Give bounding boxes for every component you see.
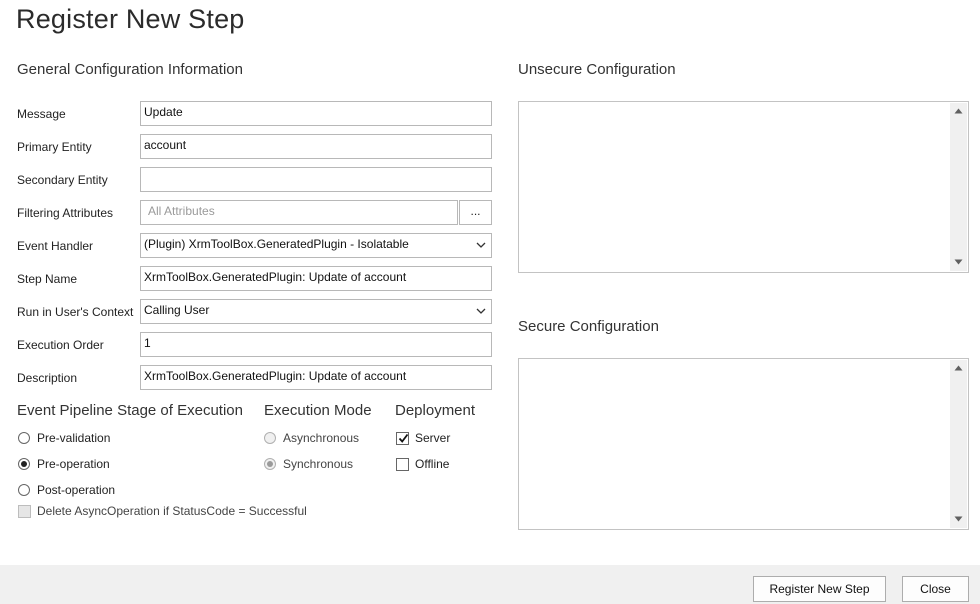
filtering-attributes-row: Filtering Attributes All Attributes ... bbox=[17, 200, 492, 225]
event-handler-row: Event Handler (Plugin) XrmToolBox.Genera… bbox=[17, 233, 492, 258]
radio-indicator bbox=[18, 484, 30, 496]
pipeline-stage-heading: Event Pipeline Stage of Execution bbox=[17, 402, 243, 419]
description-row: Description XrmToolBox.GeneratedPlugin: … bbox=[17, 365, 492, 390]
pre-operation-label: Pre-operation bbox=[37, 457, 110, 471]
dialog-footer: Register New Step Close bbox=[0, 565, 980, 604]
filtering-attributes-label: Filtering Attributes bbox=[17, 206, 114, 220]
secondary-entity-row: Secondary Entity bbox=[17, 167, 492, 192]
run-context-label: Run in User's Context bbox=[17, 305, 134, 319]
chevron-down-icon bbox=[476, 242, 486, 248]
pre-validation-label: Pre-validation bbox=[37, 431, 111, 445]
radio-indicator bbox=[18, 432, 30, 444]
unsecure-config-textarea[interactable] bbox=[518, 101, 969, 273]
checkbox-indicator bbox=[18, 505, 31, 518]
event-handler-value: (Plugin) XrmToolBox.GeneratedPlugin - Is… bbox=[144, 237, 409, 251]
filtering-attributes-browse-button[interactable]: ... bbox=[459, 200, 492, 225]
secure-config-heading: Secure Configuration bbox=[518, 318, 659, 335]
primary-entity-input[interactable]: account bbox=[140, 134, 492, 159]
description-label: Description bbox=[17, 371, 78, 385]
message-label: Message bbox=[17, 107, 66, 121]
arrow-down-icon bbox=[954, 516, 963, 522]
run-context-value: Calling User bbox=[144, 303, 210, 317]
scroll-down-button[interactable] bbox=[950, 511, 967, 528]
secure-config-textarea[interactable] bbox=[518, 358, 969, 530]
checkmark-icon bbox=[398, 433, 409, 443]
scroll-down-button[interactable] bbox=[950, 254, 967, 271]
run-context-select[interactable]: Calling User bbox=[140, 299, 492, 324]
asynchronous-label: Asynchronous bbox=[283, 431, 360, 445]
arrow-up-icon bbox=[954, 365, 963, 371]
arrow-down-icon bbox=[954, 259, 963, 265]
delete-async-label: Delete AsyncOperation if StatusCode = Su… bbox=[37, 504, 307, 518]
general-config-heading: General Configuration Information bbox=[17, 61, 243, 78]
message-input[interactable]: Update bbox=[140, 101, 492, 126]
description-input[interactable]: XrmToolBox.GeneratedPlugin: Update of ac… bbox=[140, 365, 492, 390]
execution-order-input[interactable]: 1 bbox=[140, 332, 492, 357]
scroll-up-button[interactable] bbox=[950, 103, 967, 120]
execution-order-row: Execution Order 1 bbox=[17, 332, 492, 357]
radio-indicator bbox=[264, 432, 276, 444]
unsecure-config-heading: Unsecure Configuration bbox=[518, 61, 676, 78]
step-name-label: Step Name bbox=[17, 272, 78, 286]
run-context-row: Run in User's Context Calling User bbox=[17, 299, 492, 324]
chevron-down-icon bbox=[476, 308, 486, 314]
execution-mode-heading: Execution Mode bbox=[264, 402, 372, 419]
event-handler-select[interactable]: (Plugin) XrmToolBox.GeneratedPlugin - Is… bbox=[140, 233, 492, 258]
checkbox-indicator bbox=[396, 458, 409, 471]
scroll-track[interactable] bbox=[950, 120, 967, 254]
post-operation-label: Post-operation bbox=[37, 483, 116, 497]
offline-label: Offline bbox=[415, 457, 450, 471]
secondary-entity-input[interactable] bbox=[140, 167, 492, 192]
register-new-step-button[interactable]: Register New Step bbox=[753, 576, 886, 602]
secondary-entity-label: Secondary Entity bbox=[17, 173, 108, 187]
arrow-up-icon bbox=[954, 108, 963, 114]
close-button[interactable]: Close bbox=[902, 576, 969, 602]
event-handler-label: Event Handler bbox=[17, 239, 94, 253]
scroll-up-button[interactable] bbox=[950, 360, 967, 377]
primary-entity-row: Primary Entity account bbox=[17, 134, 492, 159]
scroll-track[interactable] bbox=[950, 377, 967, 511]
radio-indicator bbox=[18, 458, 30, 470]
server-label: Server bbox=[415, 431, 451, 445]
message-row: Message Update bbox=[17, 101, 492, 126]
vertical-scrollbar[interactable] bbox=[950, 103, 967, 271]
step-name-row: Step Name XrmToolBox.GeneratedPlugin: Up… bbox=[17, 266, 492, 291]
execution-order-label: Execution Order bbox=[17, 338, 104, 352]
checkbox-indicator bbox=[396, 432, 409, 445]
synchronous-label: Synchronous bbox=[283, 457, 354, 471]
filtering-attributes-input[interactable]: All Attributes bbox=[140, 200, 458, 225]
primary-entity-label: Primary Entity bbox=[17, 140, 92, 154]
step-name-input[interactable]: XrmToolBox.GeneratedPlugin: Update of ac… bbox=[140, 266, 492, 291]
deployment-heading: Deployment bbox=[395, 402, 476, 419]
vertical-scrollbar[interactable] bbox=[950, 360, 967, 528]
dialog-title: Register New Step bbox=[16, 4, 245, 34]
radio-indicator bbox=[264, 458, 276, 470]
